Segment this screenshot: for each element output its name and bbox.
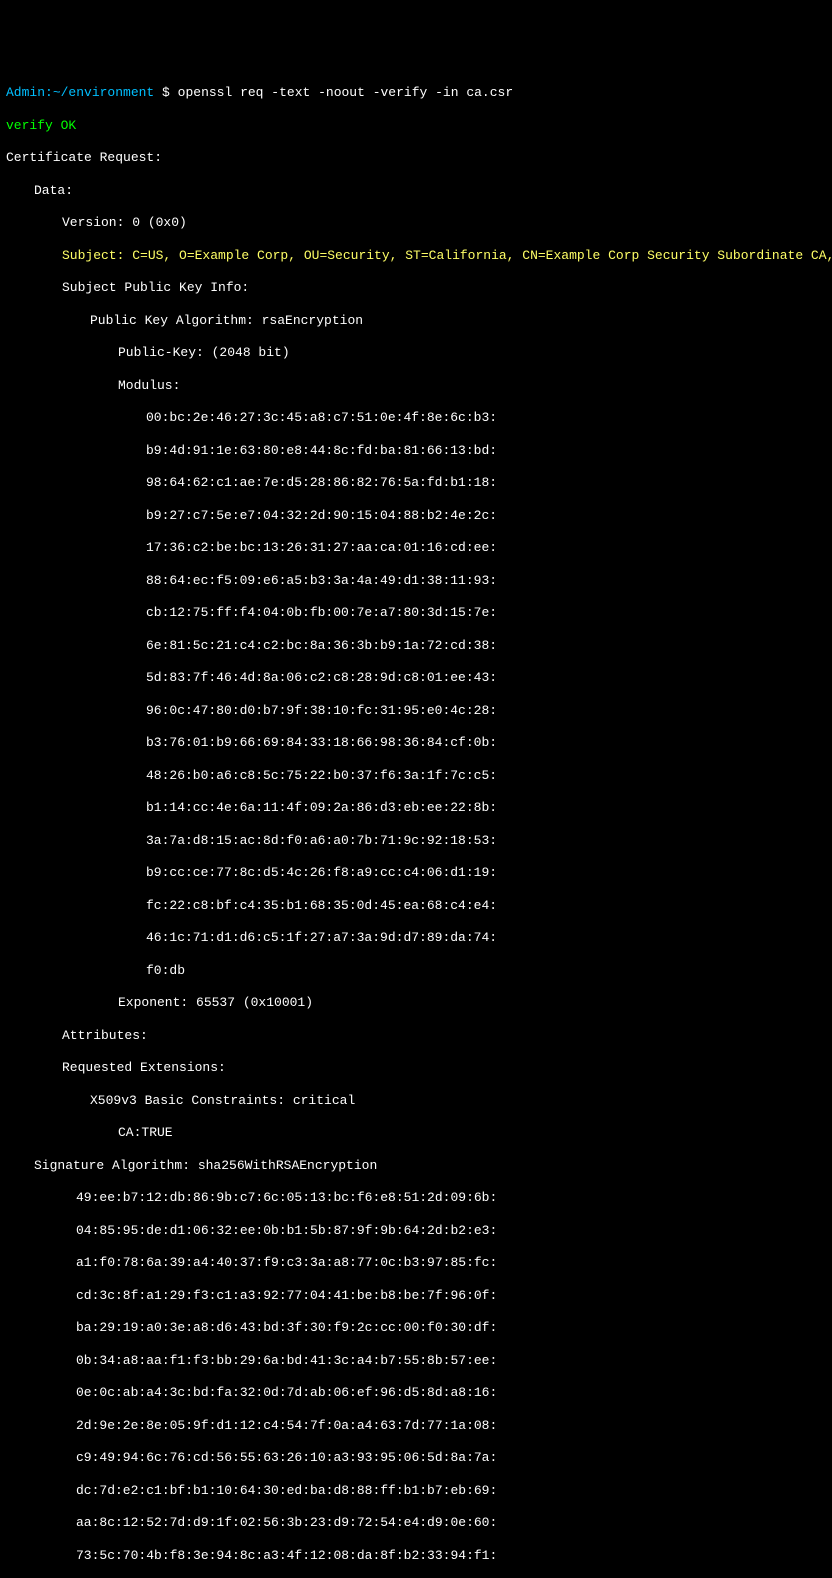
modulus-line: 17:36:c2:be:bc:13:26:31:27:aa:ca:01:16:c… bbox=[6, 540, 826, 556]
signature-line: dc:7d:e2:c1:bf:b1:10:64:30:ed:ba:d8:88:f… bbox=[6, 1483, 826, 1499]
version-line: Version: 0 (0x0) bbox=[6, 215, 826, 231]
data-label: Data: bbox=[6, 183, 826, 199]
signature-line: c9:49:94:6c:76:cd:56:55:63:26:10:a3:93:9… bbox=[6, 1450, 826, 1466]
cert-request-header: Certificate Request: bbox=[6, 150, 826, 166]
modulus-line: 00:bc:2e:46:27:3c:45:a8:c7:51:0e:4f:8e:6… bbox=[6, 410, 826, 426]
modulus-line: b3:76:01:b9:66:69:84:33:18:66:98:36:84:c… bbox=[6, 735, 826, 751]
basic-constraints-line: X509v3 Basic Constraints: critical bbox=[6, 1093, 826, 1109]
signature-line: 0e:0c:ab:a4:3c:bd:fa:32:0d:7d:ab:06:ef:9… bbox=[6, 1385, 826, 1401]
prompt-dollar: $ bbox=[162, 85, 170, 100]
modulus-line: f0:db bbox=[6, 963, 826, 979]
modulus-line: cb:12:75:ff:f4:04:0b:fb:00:7e:a7:80:3d:1… bbox=[6, 605, 826, 621]
modulus-line: 88:64:ec:f5:09:e6:a5:b3:3a:4a:49:d1:38:1… bbox=[6, 573, 826, 589]
modulus-line: b9:cc:ce:77:8c:d5:4c:26:f8:a9:cc:c4:06:d… bbox=[6, 865, 826, 881]
modulus-line: b9:27:c7:5e:e7:04:32:2d:90:15:04:88:b2:4… bbox=[6, 508, 826, 524]
modulus-line: b1:14:cc:4e:6a:11:4f:09:2a:86:d3:eb:ee:2… bbox=[6, 800, 826, 816]
pka-line: Public Key Algorithm: rsaEncryption bbox=[6, 313, 826, 329]
command-text: openssl req -text -noout -verify -in ca.… bbox=[178, 85, 513, 100]
modulus-label: Modulus: bbox=[6, 378, 826, 394]
sig-algo-line: Signature Algorithm: sha256WithRSAEncryp… bbox=[6, 1158, 826, 1174]
attributes-label: Attributes: bbox=[6, 1028, 826, 1044]
signature-line: 2d:9e:2e:8e:05:9f:d1:12:c4:54:7f:0a:a4:6… bbox=[6, 1418, 826, 1434]
signature-line: ba:29:19:a0:3e:a8:d6:43:bd:3f:30:f9:2c:c… bbox=[6, 1320, 826, 1336]
modulus-line: 96:0c:47:80:d0:b7:9f:38:10:fc:31:95:e0:4… bbox=[6, 703, 826, 719]
modulus-line: 3a:7a:d8:15:ac:8d:f0:a6:a0:7b:71:9c:92:1… bbox=[6, 833, 826, 849]
pubkey-line: Public-Key: (2048 bit) bbox=[6, 345, 826, 361]
modulus-line: 46:1c:71:d1:d6:c5:1f:27:a7:3a:9d:d7:89:d… bbox=[6, 930, 826, 946]
signature-line: 49:ee:b7:12:db:86:9b:c7:6c:05:13:bc:f6:e… bbox=[6, 1190, 826, 1206]
ca-true-line: CA:TRUE bbox=[6, 1125, 826, 1141]
signature-line: 04:85:95:de:d1:06:32:ee:0b:b1:5b:87:9f:9… bbox=[6, 1223, 826, 1239]
prompt-path: ~/environment bbox=[53, 85, 154, 100]
terminal-output: Admin:~/environment $ openssl req -text … bbox=[6, 69, 826, 1578]
modulus-line: 6e:81:5c:21:c4:c2:bc:8a:36:3b:b9:1a:72:c… bbox=[6, 638, 826, 654]
subject-line: Subject: C=US, O=Example Corp, OU=Securi… bbox=[6, 248, 826, 264]
modulus-line: b9:4d:91:1e:63:80:e8:44:8c:fd:ba:81:66:1… bbox=[6, 443, 826, 459]
modulus-line: 98:64:62:c1:ae:7e:d5:28:86:82:76:5a:fd:b… bbox=[6, 475, 826, 491]
req-ext-label: Requested Extensions: bbox=[6, 1060, 826, 1076]
exponent-line: Exponent: 65537 (0x10001) bbox=[6, 995, 826, 1011]
modulus-line: fc:22:c8:bf:c4:35:b1:68:35:0d:45:ea:68:c… bbox=[6, 898, 826, 914]
verify-status: verify OK bbox=[6, 118, 826, 134]
modulus-line: 5d:83:7f:46:4d:8a:06:c2:c8:28:9d:c8:01:e… bbox=[6, 670, 826, 686]
signature-line: a1:f0:78:6a:39:a4:40:37:f9:c3:3a:a8:77:0… bbox=[6, 1255, 826, 1271]
signature-line: aa:8c:12:52:7d:d9:1f:02:56:3b:23:d9:72:5… bbox=[6, 1515, 826, 1531]
signature-line: cd:3c:8f:a1:29:f3:c1:a3:92:77:04:41:be:b… bbox=[6, 1288, 826, 1304]
signature-line: 73:5c:70:4b:f8:3e:94:8c:a3:4f:12:08:da:8… bbox=[6, 1548, 826, 1564]
signature-line: 0b:34:a8:aa:f1:f3:bb:29:6a:bd:41:3c:a4:b… bbox=[6, 1353, 826, 1369]
modulus-line: 48:26:b0:a6:c8:5c:75:22:b0:37:f6:3a:1f:7… bbox=[6, 768, 826, 784]
spki-label: Subject Public Key Info: bbox=[6, 280, 826, 296]
prompt-line[interactable]: Admin:~/environment $ openssl req -text … bbox=[6, 85, 826, 101]
prompt-user: Admin: bbox=[6, 85, 53, 100]
